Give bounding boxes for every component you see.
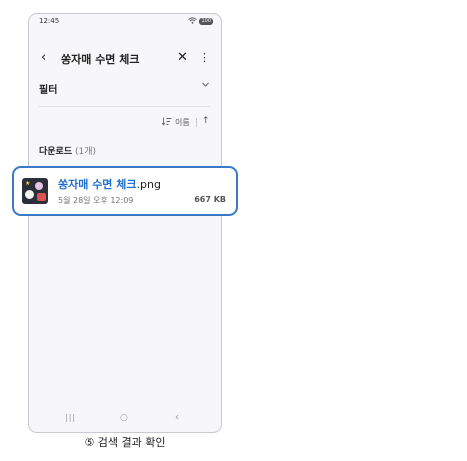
sort-separator	[196, 118, 197, 127]
thumbnail-star-icon: ★	[25, 180, 31, 187]
page-title: 쏭자매 수면 체크	[61, 53, 140, 66]
system-back-button[interactable]: ‹	[175, 412, 179, 423]
wifi-icon	[188, 17, 198, 26]
sort-direction-button[interactable]: ↑	[202, 116, 210, 126]
more-options-button[interactable]: ⋮	[199, 48, 210, 68]
filter-toggle[interactable]: 필터	[29, 79, 221, 99]
home-button[interactable]: ○	[120, 413, 128, 423]
file-date: 5월 28일 오후 12:09	[58, 196, 134, 205]
app-header: ‹ 쏭자매 수면 체크 ✕ ⋮	[29, 48, 221, 70]
close-search-button[interactable]: ✕	[177, 48, 188, 68]
search-result-file[interactable]: ★ 쏭자매 수면 체크.png 5월 28일 오후 12:09 667 KB	[12, 166, 238, 216]
battery-indicator: 100	[199, 18, 213, 25]
recent-apps-button[interactable]: |||	[65, 413, 76, 422]
file-thumbnail: ★	[22, 178, 48, 204]
file-size: 667 KB	[194, 195, 226, 204]
file-name: 쏭자매 수면 체크.png	[58, 176, 161, 192]
thumbnail-shape	[25, 190, 34, 199]
navigation-bar: ||| ○ ‹	[29, 412, 221, 427]
status-icons: 100	[188, 17, 213, 26]
file-name-extension: .png	[136, 178, 161, 191]
figure-caption: ⑤ 검색 결과 확인	[84, 436, 166, 449]
divider	[39, 106, 211, 107]
sort-by-name-button[interactable]: 이름	[175, 117, 190, 128]
sort-icon	[161, 117, 172, 128]
status-bar: 12:45 100	[29, 14, 221, 30]
section-count: (1개)	[75, 147, 97, 157]
sort-bar: 이름 ↑	[29, 116, 221, 130]
thumbnail-shape	[37, 193, 46, 201]
chevron-down-icon	[201, 80, 210, 92]
phone-frame: 12:45 100 ‹ 쏭자매 수면 체크 ✕ ⋮ 필터 이름 ↑ 다운로드 (…	[12, 13, 238, 433]
filter-label: 필터	[39, 85, 58, 96]
status-time: 12:45	[39, 17, 60, 25]
section-title: 다운로드	[39, 147, 73, 157]
thumbnail-shape	[35, 182, 43, 190]
file-name-highlight: 쏭자매 수면 체크	[58, 178, 137, 191]
back-button[interactable]: ‹	[41, 48, 46, 68]
section-header: 다운로드 (1개)	[39, 144, 96, 157]
